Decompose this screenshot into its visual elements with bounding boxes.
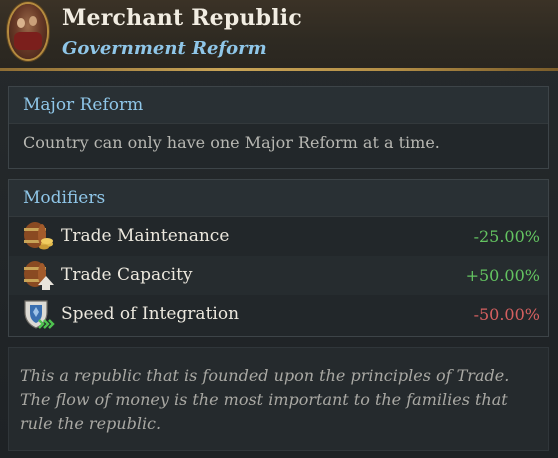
- trade-barrel-arrow-icon: [24, 261, 54, 290]
- merchant-republic-portrait-icon: [9, 4, 47, 59]
- major-reform-description: Country can only have one Major Reform a…: [23, 133, 440, 152]
- modifier-value: -25.00%: [473, 227, 540, 246]
- flavor-text: This a republic that is founded upon the…: [20, 366, 510, 433]
- modifier-label: Speed of Integration: [61, 304, 240, 324]
- modifier-row-trade-capacity: Trade Capacity +50.00%: [9, 256, 548, 295]
- flavor-text-box: This a republic that is founded upon the…: [8, 347, 549, 451]
- shield-arrows-icon: [24, 300, 55, 329]
- modifier-value: -50.00%: [473, 305, 540, 324]
- modifier-value: +50.00%: [465, 266, 540, 285]
- major-reform-heading: Major Reform: [23, 95, 144, 115]
- modifiers-section: Modifiers Trade Maintenance -25.00% Trad…: [8, 179, 549, 337]
- government-reform-tooltip: Merchant Republic Government Reform Majo…: [0, 0, 558, 458]
- modifier-label: Trade Capacity: [61, 265, 193, 285]
- header-divider: [0, 68, 558, 71]
- major-reform-section: Major Reform Country can only have one M…: [8, 86, 549, 169]
- modifiers-heading: Modifiers: [23, 188, 106, 208]
- modifier-row-speed-of-integration: Speed of Integration -50.00%: [9, 295, 548, 334]
- reform-title: Merchant Republic: [62, 5, 302, 31]
- modifiers-header: Modifiers: [9, 180, 548, 217]
- tooltip-header: Merchant Republic Government Reform: [0, 0, 558, 68]
- major-reform-header: Major Reform: [9, 87, 548, 124]
- modifier-label: Trade Maintenance: [61, 226, 230, 246]
- modifier-row-trade-maintenance: Trade Maintenance -25.00%: [9, 217, 548, 256]
- trade-barrel-coins-icon: [24, 222, 53, 250]
- reform-type-subtitle: Government Reform: [62, 38, 267, 59]
